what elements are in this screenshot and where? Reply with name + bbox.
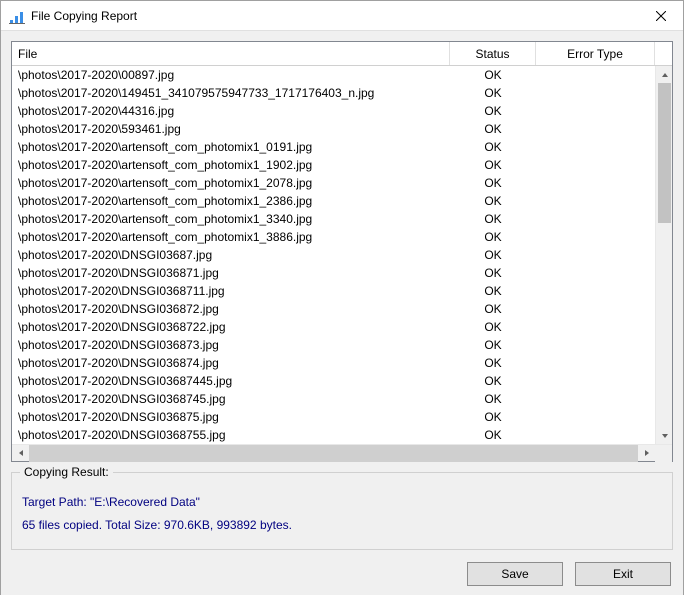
cell-file: \photos\2017-2020\149451_341079575947733…: [12, 86, 450, 100]
cell-file: \photos\2017-2020\44316.jpg: [12, 104, 450, 118]
table-row[interactable]: \photos\2017-2020\DNSGI036871.jpgOK: [12, 264, 655, 282]
close-button[interactable]: [638, 1, 683, 31]
column-header-file[interactable]: File: [12, 42, 450, 65]
table-row[interactable]: \photos\2017-2020\artensoft_com_photomix…: [12, 174, 655, 192]
table-row[interactable]: \photos\2017-2020\44316.jpgOK: [12, 102, 655, 120]
list-body[interactable]: \photos\2017-2020\00897.jpgOK\photos\201…: [12, 66, 655, 444]
cell-status: OK: [450, 140, 536, 154]
table-row[interactable]: \photos\2017-2020\DNSGI03687.jpgOK: [12, 246, 655, 264]
list-header: File Status Error Type: [12, 42, 672, 66]
cell-status: OK: [450, 428, 536, 442]
cell-status: OK: [450, 68, 536, 82]
app-icon: [9, 8, 25, 24]
table-row[interactable]: \photos\2017-2020\DNSGI036873.jpgOK: [12, 336, 655, 354]
cell-status: OK: [450, 338, 536, 352]
cell-file: \photos\2017-2020\00897.jpg: [12, 68, 450, 82]
horizontal-scrollbar[interactable]: [12, 444, 672, 461]
scroll-right-arrow-icon[interactable]: [638, 445, 655, 462]
cell-file: \photos\2017-2020\artensoft_com_photomix…: [12, 230, 450, 244]
cell-status: OK: [450, 104, 536, 118]
exit-button[interactable]: Exit: [575, 562, 671, 586]
target-path-text: Target Path: "E:\Recovered Data": [22, 491, 662, 514]
cell-file: \photos\2017-2020\DNSGI036875.jpg: [12, 410, 450, 424]
table-row[interactable]: \photos\2017-2020\artensoft_com_photomix…: [12, 210, 655, 228]
table-row[interactable]: \photos\2017-2020\artensoft_com_photomix…: [12, 192, 655, 210]
column-header-error-type[interactable]: Error Type: [536, 42, 655, 65]
cell-file: \photos\2017-2020\DNSGI0368745.jpg: [12, 392, 450, 406]
cell-file: \photos\2017-2020\DNSGI03687445.jpg: [12, 374, 450, 388]
table-row[interactable]: \photos\2017-2020\149451_341079575947733…: [12, 84, 655, 102]
cell-status: OK: [450, 158, 536, 172]
cell-status: OK: [450, 302, 536, 316]
cell-status: OK: [450, 176, 536, 190]
titlebar: File Copying Report: [1, 1, 683, 31]
cell-file: \photos\2017-2020\artensoft_com_photomix…: [12, 194, 450, 208]
copying-result-legend: Copying Result:: [20, 465, 113, 479]
hscroll-track[interactable]: [29, 445, 638, 462]
scroll-up-arrow-icon[interactable]: [656, 66, 673, 83]
cell-file: \photos\2017-2020\artensoft_com_photomix…: [12, 158, 450, 172]
cell-status: OK: [450, 320, 536, 334]
table-row[interactable]: \photos\2017-2020\DNSGI036874.jpgOK: [12, 354, 655, 372]
table-row[interactable]: \photos\2017-2020\00897.jpgOK: [12, 66, 655, 84]
close-icon: [656, 11, 666, 21]
cell-status: OK: [450, 122, 536, 136]
table-row[interactable]: \photos\2017-2020\DNSGI0368722.jpgOK: [12, 318, 655, 336]
cell-status: OK: [450, 410, 536, 424]
cell-file: \photos\2017-2020\artensoft_com_photomix…: [12, 140, 450, 154]
table-row[interactable]: \photos\2017-2020\DNSGI0368745.jpgOK: [12, 390, 655, 408]
scroll-down-arrow-icon[interactable]: [656, 427, 673, 444]
cell-status: OK: [450, 212, 536, 226]
window-title: File Copying Report: [31, 9, 638, 23]
scroll-left-arrow-icon[interactable]: [12, 445, 29, 462]
client-area: File Status Error Type \photos\2017-2020…: [1, 31, 683, 595]
table-row[interactable]: \photos\2017-2020\DNSGI0368711.jpgOK: [12, 282, 655, 300]
scroll-corner: [655, 445, 672, 462]
save-button[interactable]: Save: [467, 562, 563, 586]
cell-file: \photos\2017-2020\DNSGI0368722.jpg: [12, 320, 450, 334]
button-row: Save Exit: [11, 560, 673, 588]
summary-text: 65 files copied. Total Size: 970.6KB, 99…: [22, 514, 662, 537]
cell-status: OK: [450, 392, 536, 406]
cell-file: \photos\2017-2020\DNSGI03687.jpg: [12, 248, 450, 262]
table-row[interactable]: \photos\2017-2020\593461.jpgOK: [12, 120, 655, 138]
cell-file: \photos\2017-2020\DNSGI036872.jpg: [12, 302, 450, 316]
table-row[interactable]: \photos\2017-2020\DNSGI036872.jpgOK: [12, 300, 655, 318]
file-list: File Status Error Type \photos\2017-2020…: [11, 41, 673, 462]
cell-file: \photos\2017-2020\DNSGI0368711.jpg: [12, 284, 450, 298]
cell-file: \photos\2017-2020\593461.jpg: [12, 122, 450, 136]
column-header-status[interactable]: Status: [450, 42, 536, 65]
table-row[interactable]: \photos\2017-2020\artensoft_com_photomix…: [12, 138, 655, 156]
copying-result-group: Copying Result: Target Path: "E:\Recover…: [11, 472, 673, 550]
cell-status: OK: [450, 266, 536, 280]
cell-status: OK: [450, 194, 536, 208]
cell-status: OK: [450, 284, 536, 298]
vertical-scrollbar[interactable]: [655, 66, 672, 444]
cell-file: \photos\2017-2020\DNSGI036871.jpg: [12, 266, 450, 280]
table-row[interactable]: \photos\2017-2020\DNSGI0368755.jpgOK: [12, 426, 655, 444]
cell-status: OK: [450, 86, 536, 100]
cell-file: \photos\2017-2020\DNSGI036873.jpg: [12, 338, 450, 352]
scroll-thumb[interactable]: [658, 83, 671, 223]
cell-status: OK: [450, 248, 536, 262]
table-row[interactable]: \photos\2017-2020\artensoft_com_photomix…: [12, 228, 655, 246]
cell-file: \photos\2017-2020\DNSGI036874.jpg: [12, 356, 450, 370]
cell-status: OK: [450, 374, 536, 388]
cell-file: \photos\2017-2020\artensoft_com_photomix…: [12, 176, 450, 190]
table-row[interactable]: \photos\2017-2020\DNSGI03687445.jpgOK: [12, 372, 655, 390]
table-row[interactable]: \photos\2017-2020\DNSGI036875.jpgOK: [12, 408, 655, 426]
cell-status: OK: [450, 230, 536, 244]
table-row[interactable]: \photos\2017-2020\artensoft_com_photomix…: [12, 156, 655, 174]
window: File Copying Report File Status Error Ty…: [0, 0, 684, 595]
cell-file: \photos\2017-2020\DNSGI0368755.jpg: [12, 428, 450, 442]
cell-file: \photos\2017-2020\artensoft_com_photomix…: [12, 212, 450, 226]
list-body-wrap: \photos\2017-2020\00897.jpgOK\photos\201…: [12, 66, 672, 444]
cell-status: OK: [450, 356, 536, 370]
